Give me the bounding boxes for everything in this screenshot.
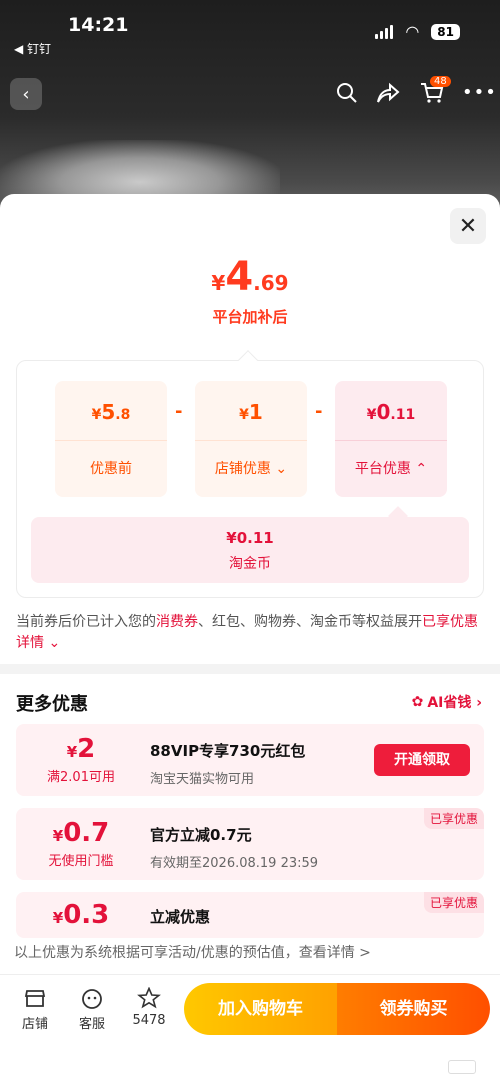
consumer-coupon-link[interactable]: 消费券 bbox=[156, 614, 198, 630]
star-icon bbox=[124, 986, 174, 1013]
store-button[interactable]: 店铺 bbox=[10, 987, 60, 1032]
discount-detail-sheet: ✕ ¥4.69 平台加补后 ¥5.8 优惠前 - ¥1 店铺优惠 ⌄ - ¥0.… bbox=[0, 194, 500, 1084]
ai-logo-icon: ✿ bbox=[411, 694, 424, 710]
store-discount-card[interactable]: ¥1 店铺优惠 ⌄ bbox=[195, 381, 307, 497]
estimate-note-link[interactable]: 以上优惠为系统根据可享活动/优惠的预估值，查看详情 > bbox=[0, 938, 500, 968]
signal-icon bbox=[375, 24, 394, 39]
top-nav: ‹ 48 ••• bbox=[0, 76, 500, 112]
back-button[interactable]: ‹ bbox=[10, 78, 42, 110]
coupon-official-reduction: 已享优惠 ¥0.7 无使用门槛 官方立减0.7元 有效期至2026.08.19 … bbox=[16, 808, 484, 880]
section-divider bbox=[0, 664, 500, 674]
cart-count-badge: 48 bbox=[430, 76, 451, 87]
close-button[interactable]: ✕ bbox=[450, 208, 486, 244]
platform-discount-card[interactable]: ¥0.11 平台优惠 ⌃ bbox=[335, 381, 447, 497]
final-price: ¥4.69 bbox=[211, 254, 289, 300]
more-icon[interactable]: ••• bbox=[462, 82, 497, 103]
customer-service-button[interactable]: 客服 bbox=[67, 987, 117, 1032]
price-breakdown: ¥5.8 优惠前 - ¥1 店铺优惠 ⌄ - ¥0.11 平台优惠 ⌃ ¥0.1… bbox=[16, 350, 484, 598]
enjoyed-tag: 已享优惠 bbox=[423, 892, 484, 913]
original-price-card: ¥5.8 优惠前 bbox=[55, 381, 167, 497]
enjoyed-tag: 已享优惠 bbox=[423, 808, 484, 829]
minus-sign: - bbox=[315, 401, 323, 422]
chevron-down-icon: ⌄ bbox=[275, 461, 288, 477]
ai-saving-link[interactable]: ✿ AI省钱 › bbox=[412, 692, 482, 712]
chevron-up-icon: ⌃ bbox=[415, 461, 428, 477]
wifi-icon: ◠ bbox=[405, 22, 420, 41]
bottom-action-bar: 店铺 客服 5478 加入购物车 领券购买 bbox=[0, 974, 500, 1084]
search-icon[interactable] bbox=[336, 82, 358, 109]
favorite-button[interactable]: 5478 bbox=[124, 986, 174, 1028]
coupon-88vip: ¥2 满2.01可用 88VIP专享730元红包 淘宝天猫实物可用 开通领取 bbox=[16, 724, 484, 796]
add-to-cart-button[interactable]: 加入购物车 bbox=[184, 983, 337, 1035]
discount-note: 当前券后价已计入您的消费券、红包、购物券、淘金币等权益展开已享优惠详情 ⌄ bbox=[16, 614, 478, 651]
purchase-actions: 加入购物车 领券购买 bbox=[184, 983, 490, 1035]
final-price-label: 平台加补后 bbox=[212, 308, 288, 326]
status-time: 14:21 bbox=[68, 14, 129, 36]
store-icon bbox=[10, 987, 60, 1013]
back-to-app-link[interactable]: ◀ 钉钉 bbox=[14, 40, 51, 57]
chevron-down-icon: ⌄ bbox=[44, 635, 61, 651]
claim-coupon-buy-button[interactable]: 领券购买 bbox=[337, 983, 490, 1035]
watermark-icon bbox=[448, 1060, 476, 1074]
minus-sign: - bbox=[175, 401, 183, 422]
activate-claim-button[interactable]: 开通领取 bbox=[374, 744, 470, 776]
customer-service-icon bbox=[67, 987, 117, 1013]
share-icon[interactable] bbox=[376, 82, 400, 109]
battery-icon: 81 bbox=[431, 23, 460, 40]
status-bar: 14:21 ◀ 钉钉 ◠ 81 bbox=[0, 0, 500, 60]
taojinbi-detail: ¥0.11 淘金币 bbox=[31, 506, 469, 583]
more-discounts-title: 更多优惠 bbox=[16, 694, 88, 715]
coupon-instant-reduction: 已享优惠 ¥0.3 立减优惠 bbox=[16, 892, 484, 938]
